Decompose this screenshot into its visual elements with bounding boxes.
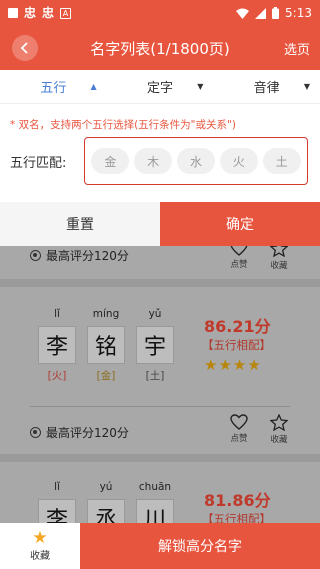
app-notification-icon: 忠 <box>42 6 55 20</box>
name-score: 86.21分 <box>204 317 271 336</box>
collect-label: 收藏 <box>270 261 288 271</box>
element-chip-fire[interactable]: 火 <box>219 148 258 174</box>
element-chip-water[interactable]: 水 <box>176 148 215 174</box>
filter-note: * 双名，支持两个五行选择(五行条件为"或关系") <box>10 119 236 131</box>
star-icon: ★ <box>32 528 48 548</box>
best-score-row: 最高评分120分 <box>30 424 129 441</box>
badge-icon <box>30 427 41 438</box>
battery-icon <box>272 7 280 19</box>
wifi-icon <box>236 8 250 19</box>
heart-icon <box>230 246 248 256</box>
tab-dingzi[interactable]: 定字 ▼ <box>107 70 214 103</box>
tab-label: 五行 <box>40 81 67 96</box>
select-page-button[interactable]: 选页 <box>284 39 310 58</box>
name-char: yǔ 宇 [土] <box>136 308 174 383</box>
caret-down-icon: ▼ <box>303 82 311 91</box>
element-chip-metal[interactable]: 金 <box>91 148 130 174</box>
badge-icon <box>30 250 41 261</box>
like-button[interactable]: 点赞 <box>222 246 256 270</box>
collect-label: 收藏 <box>270 435 288 445</box>
chevron-left-icon <box>20 42 28 54</box>
page-title: 名字列表(1/1800页) <box>90 39 230 58</box>
like-button[interactable]: 点赞 <box>222 414 256 444</box>
rating-stars-icon: ★★★★ <box>204 356 262 374</box>
match-tag: 【五行相配】 <box>202 338 271 352</box>
pinyin: lǐ <box>54 308 60 320</box>
tab-yinlv[interactable]: 音律 ▼ <box>213 70 320 103</box>
name-char: míng 铭 [金] <box>87 308 125 383</box>
bottom-bar: ★ 收藏 解锁高分名字 <box>0 523 320 569</box>
tab-wuxing[interactable]: 五行 ▲ <box>0 70 107 103</box>
heart-icon <box>230 414 248 430</box>
caret-up-icon: ▲ <box>90 82 97 91</box>
status-bar: 忠 忠 A 5:13 <box>0 0 320 26</box>
pinyin: míng <box>92 308 120 320</box>
name-list: 最高评分120分 点赞 收藏 lǐ 李 [火] míng 铭 [金] yǔ 宇 … <box>0 246 320 523</box>
tab-label: 定字 <box>147 81 174 96</box>
app-header: 名字列表(1/1800页) 选页 <box>0 26 320 70</box>
wuxing-match-label: 五行匹配: <box>10 156 67 171</box>
name-char: lǐ 李 [火] <box>38 308 76 383</box>
element-tag: [火] <box>47 370 67 382</box>
element-tag: [金] <box>96 370 116 382</box>
unlock-high-score-button[interactable]: 解锁高分名字 <box>80 523 320 569</box>
like-label: 点赞 <box>230 260 248 270</box>
caret-down-icon: ▼ <box>197 82 204 91</box>
hanzi: 川 <box>136 499 174 523</box>
best-score-text: 最高评分120分 <box>46 426 129 440</box>
best-score-row: 最高评分120分 <box>30 247 129 264</box>
star-outline-icon <box>270 414 288 431</box>
pinyin: yǔ <box>148 308 162 320</box>
filter-tabs: 五行 ▲ 定字 ▼ 音律 ▼ <box>0 70 320 104</box>
pinyin: chuān <box>138 481 172 493</box>
hanzi: 李 <box>38 499 76 523</box>
name-char: yú 丞 <box>87 481 125 523</box>
card-divider <box>0 454 320 462</box>
name-char: chuān 川 <box>136 481 174 523</box>
reset-button[interactable]: 重置 <box>0 202 160 246</box>
hanzi: 李 <box>38 326 76 364</box>
confirm-button[interactable]: 确定 <box>160 202 320 246</box>
collect-button[interactable]: 收藏 <box>262 414 296 445</box>
card-divider <box>0 279 320 287</box>
star-outline-icon <box>270 246 288 257</box>
element-chip-earth[interactable]: 土 <box>262 148 301 174</box>
notification-square-icon <box>8 8 18 18</box>
hanzi: 丞 <box>87 499 125 523</box>
clock: 5:13 <box>285 6 312 20</box>
element-tag: [土] <box>145 370 165 382</box>
tab-label: 音律 <box>253 81 280 96</box>
match-tag: 【五行相配】 <box>202 512 271 523</box>
favorites-label: 收藏 <box>30 551 50 562</box>
hanzi: 铭 <box>87 326 125 364</box>
signal-icon <box>255 7 267 19</box>
best-score-text: 最高评分120分 <box>46 249 129 263</box>
collect-button[interactable]: 收藏 <box>262 246 296 271</box>
element-chip-wood[interactable]: 木 <box>134 148 173 174</box>
wuxing-options: 金 木 水 火 土 <box>84 137 308 185</box>
app-notification-icon: 忠 <box>24 6 37 20</box>
hanzi: 宇 <box>136 326 174 364</box>
back-button[interactable] <box>12 35 38 61</box>
name-score: 81.86分 <box>204 491 271 510</box>
pinyin: yú <box>99 481 113 493</box>
row-separator <box>30 406 290 407</box>
favorites-tab[interactable]: ★ 收藏 <box>0 523 80 569</box>
a-badge-icon: A <box>60 7 72 19</box>
name-char: lǐ 李 <box>38 481 76 523</box>
pinyin: lǐ <box>54 481 60 493</box>
like-label: 点赞 <box>230 434 248 444</box>
